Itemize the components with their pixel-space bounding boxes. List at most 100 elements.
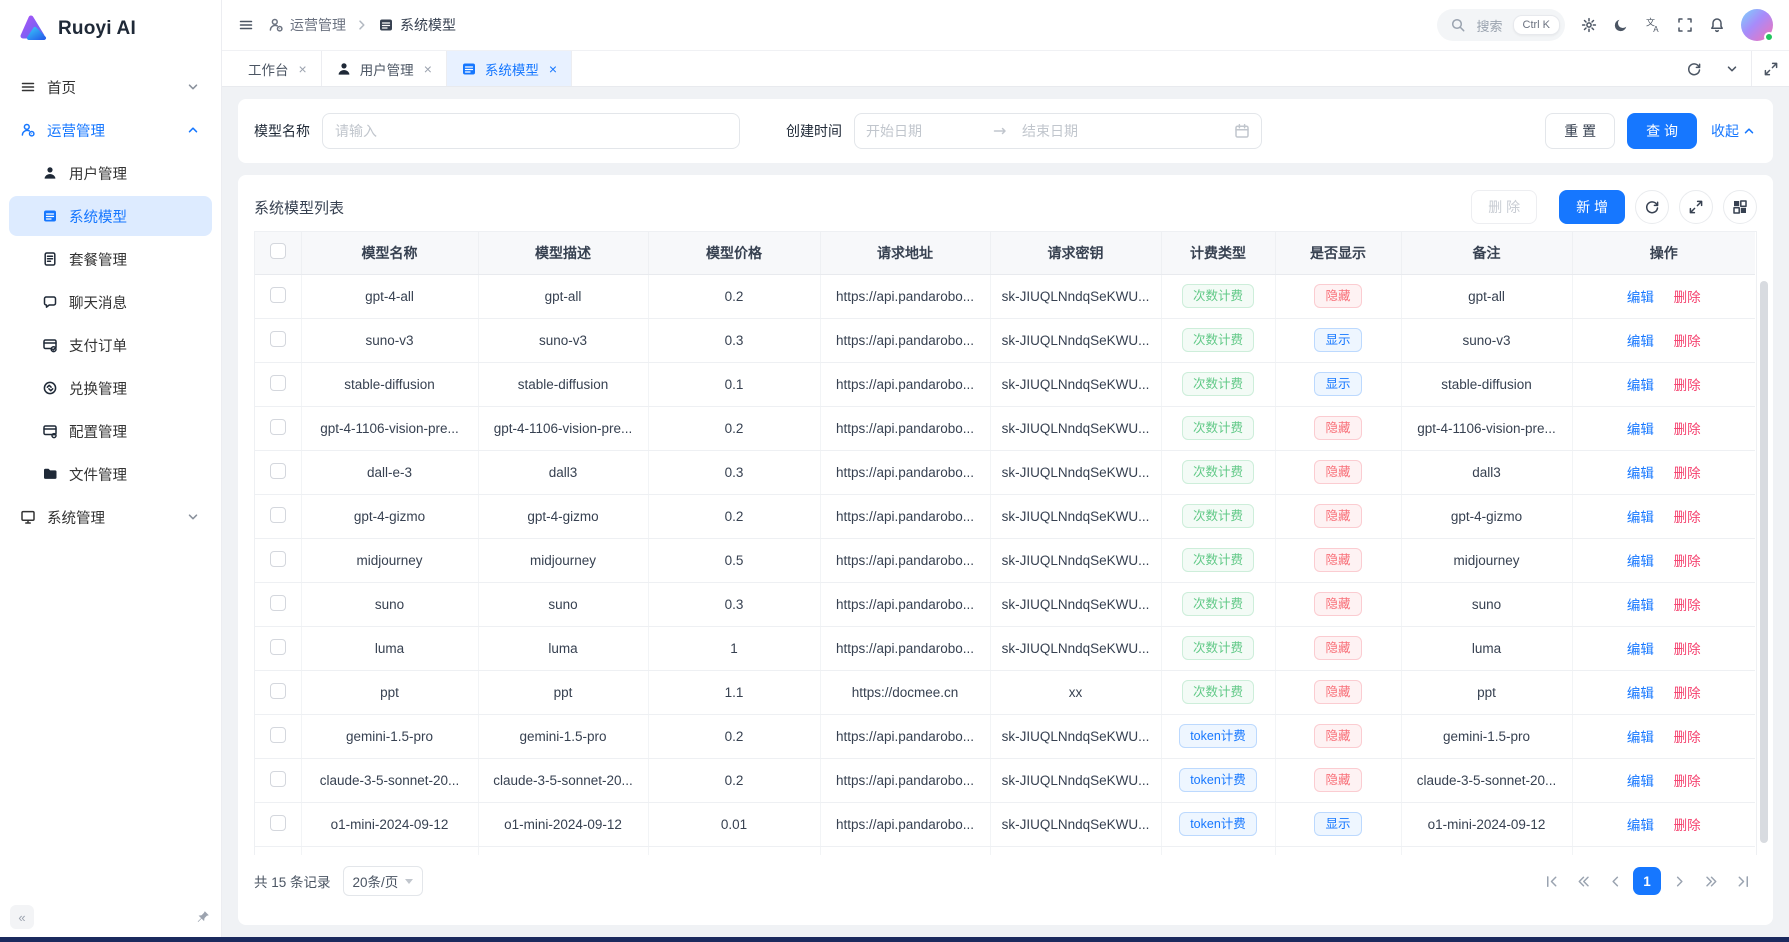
breadcrumb-item-operations[interactable]: 运营管理 — [268, 15, 346, 35]
sidebar-item-系统管理[interactable]: 系统管理 — [9, 497, 212, 537]
row-checkbox[interactable] — [270, 419, 286, 435]
forward-pages-button[interactable] — [1697, 867, 1725, 895]
menu-toggle-icon[interactable] — [238, 17, 254, 33]
row-checkbox[interactable] — [270, 551, 286, 567]
cell-request-key: sk-JIUQLNndqSeKWU... — [990, 714, 1161, 758]
delete-link[interactable]: 删除 — [1674, 774, 1701, 789]
reset-button[interactable]: 重 置 — [1545, 113, 1615, 149]
delete-link[interactable]: 删除 — [1674, 730, 1701, 745]
row-checkbox[interactable] — [270, 375, 286, 391]
bell-icon[interactable] — [1709, 17, 1725, 33]
row-checkbox[interactable] — [270, 683, 286, 699]
back-pages-button[interactable] — [1569, 867, 1597, 895]
delete-link[interactable]: 删除 — [1674, 422, 1701, 437]
tab-系统模型[interactable]: 系统模型 × — [447, 51, 572, 86]
row-checkbox[interactable] — [270, 639, 286, 655]
sidebar-item-文件管理[interactable]: 文件管理 — [9, 454, 212, 494]
chevron-icon — [185, 79, 201, 95]
sidebar-item-支付订单[interactable]: 支付订单 — [9, 325, 212, 365]
delete-link[interactable]: 删除 — [1674, 554, 1701, 569]
table-actions: 删 除 新 增 — [1471, 190, 1757, 224]
tab-用户管理[interactable]: 用户管理 × — [322, 51, 447, 86]
tab-menu-chevron-icon[interactable] — [1713, 51, 1751, 86]
moon-icon[interactable] — [1613, 17, 1629, 33]
expand-table-icon[interactable] — [1679, 190, 1713, 224]
row-checkbox[interactable] — [270, 331, 286, 347]
sidebar-item-聊天消息[interactable]: 聊天消息 — [9, 282, 212, 322]
query-button[interactable]: 查 询 — [1627, 113, 1697, 149]
chevron-down-icon — [405, 879, 413, 884]
delete-link[interactable]: 删除 — [1674, 642, 1701, 657]
row-checkbox[interactable] — [270, 507, 286, 523]
edit-link[interactable]: 编辑 — [1627, 466, 1654, 481]
tab-工作台[interactable]: 工作台 × — [234, 51, 322, 86]
row-checkbox[interactable] — [270, 771, 286, 787]
row-checkbox[interactable] — [270, 463, 286, 479]
edit-link[interactable]: 编辑 — [1627, 774, 1654, 789]
close-tab-icon[interactable]: × — [299, 61, 307, 77]
delete-link[interactable]: 删除 — [1674, 598, 1701, 613]
edit-link[interactable]: 编辑 — [1627, 290, 1654, 305]
breadcrumb-item-system-model[interactable]: 系统模型 — [378, 15, 456, 35]
edit-link[interactable]: 编辑 — [1627, 510, 1654, 525]
last-page-button[interactable] — [1729, 867, 1757, 895]
sidebar-collapse-button[interactable]: « — [10, 905, 34, 929]
visibility-badge: 隐藏 — [1314, 460, 1361, 484]
edit-link[interactable]: 编辑 — [1627, 642, 1654, 657]
first-page-button[interactable] — [1537, 867, 1565, 895]
translate-icon[interactable]: 文A — [1645, 17, 1661, 33]
delete-link[interactable]: 删除 — [1674, 510, 1701, 525]
edit-link[interactable]: 编辑 — [1627, 686, 1654, 701]
edit-link[interactable]: 编辑 — [1627, 422, 1654, 437]
row-checkbox[interactable] — [270, 595, 286, 611]
table-scrollbar[interactable] — [1760, 281, 1768, 843]
delete-link[interactable]: 删除 — [1674, 466, 1701, 481]
cell-remark: o1-mini-2024-09-12 — [1401, 802, 1572, 846]
date-range-picker[interactable]: 开始日期 结束日期 — [854, 113, 1262, 149]
next-page-button[interactable] — [1665, 867, 1693, 895]
delete-button[interactable]: 删 除 — [1471, 190, 1537, 224]
delete-link[interactable]: 删除 — [1674, 290, 1701, 305]
edit-link[interactable]: 编辑 — [1627, 730, 1654, 745]
global-search[interactable]: 搜索 Ctrl K — [1437, 9, 1565, 41]
sidebar-item-配置管理[interactable]: 配置管理 — [9, 411, 212, 451]
tabs: 工作台 × 用户管理 × 系统模型 × — [234, 51, 572, 86]
page-size-select[interactable]: 20条/页 — [343, 866, 424, 896]
column-settings-icon[interactable] — [1723, 190, 1757, 224]
sidebar-item-首页[interactable]: 首页 — [9, 67, 212, 107]
app-window: Ruoyi AI 首页 运营管理 用户管理 系统模型 套餐管理 聊天消息 支付订… — [0, 0, 1789, 937]
row-checkbox[interactable] — [270, 727, 286, 743]
fullscreen-icon[interactable] — [1677, 17, 1693, 33]
refresh-table-icon[interactable] — [1635, 190, 1669, 224]
delete-link[interactable]: 删除 — [1674, 686, 1701, 701]
delete-link[interactable]: 删除 — [1674, 378, 1701, 393]
delete-link[interactable]: 删除 — [1674, 818, 1701, 833]
collapse-filter-link[interactable]: 收起 — [1711, 121, 1757, 141]
close-tab-icon[interactable]: × — [549, 61, 557, 77]
row-checkbox[interactable] — [270, 815, 286, 831]
model-name-input[interactable] — [322, 113, 740, 149]
maximize-content-icon[interactable] — [1751, 51, 1789, 86]
current-page-button[interactable]: 1 — [1633, 867, 1661, 895]
edit-link[interactable]: 编辑 — [1627, 378, 1654, 393]
edit-link[interactable]: 编辑 — [1627, 554, 1654, 569]
prev-page-button[interactable] — [1601, 867, 1629, 895]
row-checkbox[interactable] — [270, 287, 286, 303]
sidebar-item-系统模型[interactable]: 系统模型 — [9, 196, 212, 236]
edit-link[interactable]: 编辑 — [1627, 334, 1654, 349]
user-avatar[interactable] — [1741, 9, 1773, 41]
sidebar-item-套餐管理[interactable]: 套餐管理 — [9, 239, 212, 279]
add-button[interactable]: 新 增 — [1559, 190, 1625, 224]
sidebar-item-用户管理[interactable]: 用户管理 — [9, 153, 212, 193]
close-tab-icon[interactable]: × — [424, 61, 432, 77]
sidebar-item-兑换管理[interactable]: 兑换管理 — [9, 368, 212, 408]
select-all-checkbox[interactable] — [270, 243, 286, 259]
gear-icon[interactable] — [1581, 17, 1597, 33]
cell-model-desc: gpt-all — [478, 274, 648, 318]
refresh-tab-icon[interactable] — [1675, 51, 1713, 86]
sidebar-item-运营管理[interactable]: 运营管理 — [9, 110, 212, 150]
delete-link[interactable]: 删除 — [1674, 334, 1701, 349]
edit-link[interactable]: 编辑 — [1627, 818, 1654, 833]
sidebar-pin-icon[interactable] — [195, 909, 211, 925]
edit-link[interactable]: 编辑 — [1627, 598, 1654, 613]
